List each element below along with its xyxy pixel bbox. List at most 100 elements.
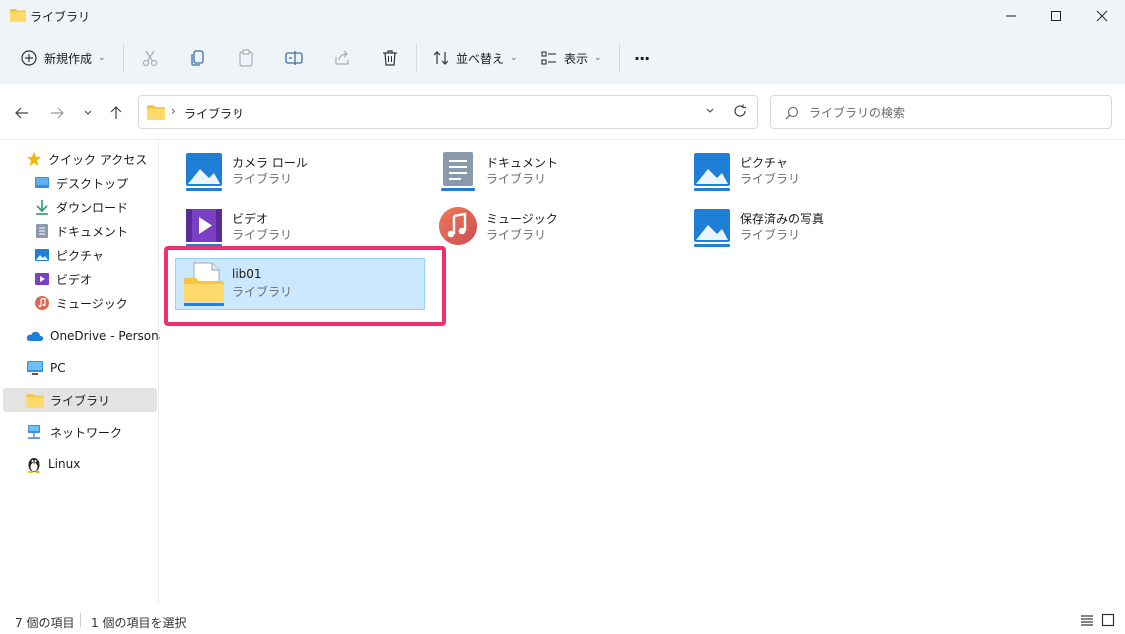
more-icon: ··· [634, 48, 650, 68]
library-tile-music[interactable]: ミュージック ライブラリ [430, 202, 670, 252]
back-button[interactable] [12, 103, 32, 123]
folder-icon [26, 393, 44, 408]
navigation-row: › ライブラリ › [0, 84, 1125, 140]
download-icon [36, 200, 48, 215]
recent-locations-button[interactable] [78, 103, 98, 123]
library-tile-documents[interactable]: ドキュメント ライブラリ [430, 146, 670, 196]
camera-roll-icon [186, 153, 222, 191]
minimize-button[interactable] [988, 0, 1034, 32]
status-divider [80, 613, 81, 627]
more-options-button[interactable]: ··· [634, 42, 650, 74]
delete-button[interactable] [380, 42, 400, 74]
copy-button[interactable] [188, 42, 208, 74]
sidebar-item-libraries[interactable]: ライブラリ [26, 389, 110, 411]
library-list: カメラ ロール ライブラリ ドキュメント ライブラリ ピクチャ ライブラリ ビデ… [160, 141, 1125, 605]
breadcrumb-separator: › [171, 104, 176, 118]
minimize-icon [1006, 15, 1016, 17]
view-list-icon [541, 51, 556, 65]
folder-icon [10, 8, 26, 25]
document-icon [36, 224, 48, 238]
file-explorer-window: ライブラリ 新規作成 ⌄ 並べ替え ⌄ 表示 ⌄ ··· › ライブラリ › ラ… [0, 0, 1125, 634]
maximize-button[interactable] [1033, 0, 1079, 32]
search-box[interactable] [770, 95, 1112, 129]
maximize-icon [1051, 11, 1061, 21]
saved-pictures-icon [694, 209, 730, 247]
toolbar-divider [123, 44, 124, 72]
scissors-icon [142, 50, 158, 67]
view-button[interactable]: 表示 ⌄ [540, 42, 602, 74]
arrow-right-icon [51, 107, 64, 119]
window-title: ライブラリ [30, 10, 91, 24]
library-tile-saved-pictures[interactable]: 保存済みの写真 ライブラリ [684, 202, 924, 252]
search-icon [785, 106, 799, 123]
rename-button[interactable] [284, 42, 304, 74]
selection-count: 1 個の項目を選択 [91, 616, 187, 630]
chevron-down-icon: ⌄ [510, 53, 518, 63]
sidebar-item-linux[interactable]: Linux [26, 453, 80, 475]
command-bar: 新規作成 ⌄ 並べ替え ⌄ 表示 ⌄ ··· [0, 32, 1125, 84]
picture-icon [35, 249, 49, 261]
title-bar: ライブラリ [0, 0, 1125, 32]
navigation-pane: クイック アクセス デスクトップ ダウンロード ドキュメント ピクチャ ビデオ [0, 141, 185, 605]
pictures-library-icon [694, 153, 730, 191]
address-bar[interactable]: › ライブラリ › [138, 95, 758, 129]
chevron-down-icon: ⌄ [98, 53, 106, 63]
share-button[interactable] [332, 42, 352, 74]
network-icon [28, 425, 40, 439]
toolbar-divider [416, 44, 417, 72]
item-count: 7 個の項目 [15, 616, 75, 630]
music-icon [35, 296, 49, 310]
refresh-icon [734, 104, 746, 117]
share-icon [335, 50, 349, 65]
folder-icon [147, 104, 165, 123]
close-button[interactable] [1079, 0, 1125, 32]
forward-button[interactable] [47, 103, 67, 123]
videos-library-icon [186, 209, 222, 247]
star-icon [27, 152, 41, 166]
trash-icon [383, 50, 397, 66]
copy-icon [191, 50, 204, 66]
cut-button[interactable] [140, 42, 160, 74]
plus-circle-icon [21, 50, 37, 66]
up-button[interactable] [106, 103, 126, 123]
view-label: 表示 [564, 51, 589, 66]
address-history-button[interactable] [705, 105, 715, 119]
tiles-view-button[interactable] [1101, 613, 1115, 630]
chevron-down-icon: ⌄ [594, 53, 602, 63]
paste-button[interactable] [236, 42, 256, 74]
sidebar-item-quick-access[interactable]: クイック アクセス [26, 148, 147, 170]
search-input[interactable] [809, 104, 1099, 122]
sidebar-item-network[interactable]: ネットワーク [26, 421, 122, 443]
sidebar-item-documents[interactable]: ドキュメント [34, 220, 185, 242]
sidebar-item-pictures[interactable]: ピクチャ [34, 244, 185, 266]
rename-icon [285, 51, 303, 65]
library-tile-pictures[interactable]: ピクチャ ライブラリ [684, 146, 924, 196]
library-tile-camera-roll[interactable]: カメラ ロール ライブラリ [176, 146, 416, 196]
breadcrumb-separator: › [235, 104, 240, 118]
annotation-highlight-box [164, 246, 446, 326]
cloud-icon [26, 331, 44, 341]
computer-icon [27, 361, 43, 375]
penguin-icon [28, 458, 40, 473]
sidebar-item-desktop[interactable]: デスクトップ [34, 172, 185, 194]
sort-button[interactable]: 並べ替え ⌄ [432, 42, 518, 74]
chevron-down-icon [706, 108, 714, 113]
refresh-button[interactable] [733, 104, 747, 121]
sidebar-item-music[interactable]: ミュージック [34, 292, 128, 314]
sidebar-item-videos[interactable]: ビデオ [34, 268, 92, 290]
arrow-up-icon [110, 106, 122, 119]
sort-icon [433, 51, 449, 65]
video-icon [35, 273, 49, 285]
sidebar-item-onedrive[interactable]: OneDrive - Personal [26, 325, 169, 347]
details-view-button[interactable] [1080, 613, 1094, 630]
sort-label: 並べ替え [456, 51, 505, 66]
sidebar-item-downloads[interactable]: ダウンロード [34, 196, 185, 218]
new-button[interactable]: 新規作成 ⌄ [20, 42, 106, 74]
pane-divider [158, 141, 159, 605]
desktop-icon [35, 177, 49, 188]
tiles-view-icon [1101, 613, 1115, 627]
close-icon [1096, 10, 1108, 22]
library-tile-videos[interactable]: ビデオ ライブラリ [176, 202, 416, 252]
sidebar-item-pc[interactable]: PC [26, 357, 66, 379]
toolbar-divider [619, 44, 620, 72]
